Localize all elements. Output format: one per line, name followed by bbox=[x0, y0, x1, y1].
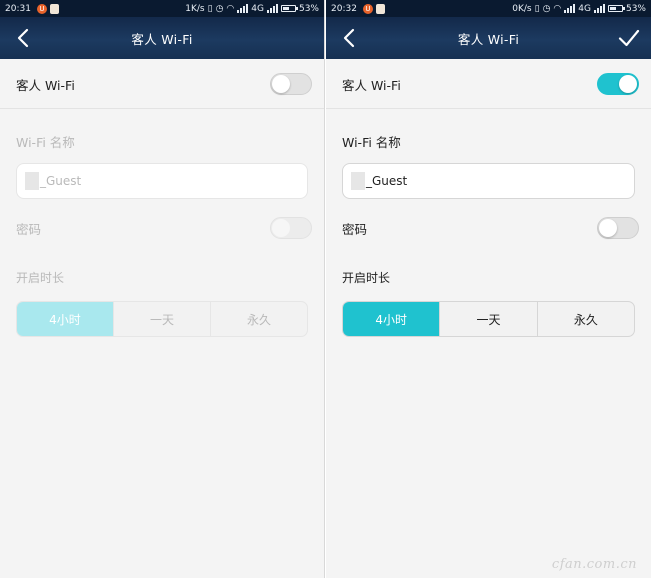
battery-icon bbox=[607, 5, 625, 12]
duration-option-forever[interactable]: 永久 bbox=[210, 302, 307, 336]
duration-selector: 4小时 一天 永久 bbox=[342, 301, 635, 337]
wifi-name-input[interactable]: _Guest bbox=[16, 163, 308, 199]
chevron-left-icon bbox=[17, 28, 29, 48]
chevron-left-icon bbox=[343, 28, 355, 48]
wifi-name-label: Wi-Fi 名称 bbox=[16, 134, 75, 150]
toggle-knob bbox=[272, 219, 290, 237]
vibrate-icon: ▯ bbox=[534, 3, 540, 14]
duration-label-row: 开启时长 bbox=[16, 268, 312, 286]
duration-option-1day[interactable]: 一天 bbox=[439, 302, 536, 336]
duration-option-forever[interactable]: 永久 bbox=[536, 302, 634, 336]
battery-level: 53% bbox=[298, 3, 319, 14]
back-button[interactable] bbox=[338, 26, 362, 50]
status-time: 20:31 bbox=[5, 3, 31, 14]
toggle-knob bbox=[619, 75, 637, 93]
status-bar: 20:31 U 1K/s ▯ ◷ ◠ 4G 53% bbox=[0, 0, 324, 17]
back-button[interactable] bbox=[12, 26, 36, 50]
net-speed: 0K/s bbox=[512, 3, 532, 14]
notification-app-icon bbox=[375, 3, 385, 14]
password-row: 密码 bbox=[16, 217, 312, 239]
battery-level: 53% bbox=[625, 3, 646, 14]
checkmark-icon bbox=[618, 29, 640, 47]
alarm-clock-icon: ◷ bbox=[215, 3, 224, 14]
page-title: 客人 Wi-Fi bbox=[457, 31, 520, 47]
network-type: 4G bbox=[578, 3, 591, 14]
signal-bars-icon bbox=[266, 4, 278, 13]
wifi-name-label-row: Wi-Fi 名称 bbox=[16, 132, 312, 150]
title-bar: 客人 Wi-Fi bbox=[326, 17, 651, 59]
settings-content: 客人 Wi-Fi Wi-Fi 名称 _Guest 密码 开启时长 4小时 一天 … bbox=[326, 59, 651, 578]
password-toggle[interactable] bbox=[597, 217, 639, 239]
guest-wifi-row: 客人 Wi-Fi bbox=[342, 73, 639, 95]
screen-guest-wifi-off: 20:31 U 1K/s ▯ ◷ ◠ 4G 53% 客人 Wi-Fi 客人 Wi… bbox=[0, 0, 325, 578]
wifi-name-value: _Guest bbox=[40, 174, 82, 188]
status-indicators: 1K/s ▯ ◷ ◠ 4G 53% bbox=[185, 4, 319, 14]
wifi-icon: ◠ bbox=[226, 3, 235, 14]
divider bbox=[0, 108, 324, 109]
page-title: 客人 Wi-Fi bbox=[131, 31, 193, 47]
divider bbox=[326, 108, 651, 109]
ssid-redaction bbox=[351, 172, 365, 190]
signal-bars-icon bbox=[593, 4, 605, 13]
network-type: 4G bbox=[251, 3, 264, 14]
ssid-redaction bbox=[25, 172, 39, 190]
toggle-knob bbox=[272, 75, 290, 93]
title-bar: 客人 Wi-Fi bbox=[0, 17, 324, 59]
screen-guest-wifi-on: 20:32 U 0K/s ▯ ◷ ◠ 4G 53% 客人 Wi-Fi 客人 Wi… bbox=[326, 0, 651, 578]
watermark: cfan.com.cn bbox=[551, 557, 637, 572]
toggle-knob bbox=[599, 219, 617, 237]
notification-app-icon bbox=[49, 3, 59, 14]
notification-app-icon: U bbox=[362, 3, 373, 14]
net-speed: 1K/s bbox=[185, 3, 205, 14]
settings-content: 客人 Wi-Fi Wi-Fi 名称 _Guest 密码 开启时长 4小时 一天 … bbox=[0, 59, 324, 578]
confirm-button[interactable] bbox=[617, 26, 641, 50]
signal-bars-icon bbox=[564, 4, 576, 13]
wifi-icon: ◠ bbox=[553, 3, 562, 14]
alarm-clock-icon: ◷ bbox=[542, 3, 551, 14]
guest-wifi-row: 客人 Wi-Fi bbox=[16, 73, 312, 95]
guest-wifi-toggle[interactable] bbox=[597, 73, 639, 95]
status-bar: 20:32 U 0K/s ▯ ◷ ◠ 4G 53% bbox=[326, 0, 651, 17]
vibrate-icon: ▯ bbox=[207, 3, 213, 14]
duration-option-4h[interactable]: 4小时 bbox=[17, 302, 113, 336]
wifi-name-label-row: Wi-Fi 名称 bbox=[342, 132, 639, 150]
password-label: 密码 bbox=[342, 221, 368, 237]
password-row: 密码 bbox=[342, 217, 639, 239]
wifi-name-input[interactable]: _Guest bbox=[342, 163, 635, 199]
wifi-name-label: Wi-Fi 名称 bbox=[342, 134, 401, 150]
wifi-name-value: _Guest bbox=[366, 174, 408, 188]
status-indicators: 0K/s ▯ ◷ ◠ 4G 53% bbox=[512, 4, 646, 14]
duration-selector: 4小时 一天 永久 bbox=[16, 301, 308, 337]
duration-label: 开启时长 bbox=[16, 270, 65, 285]
guest-wifi-label: 客人 Wi-Fi bbox=[342, 77, 401, 93]
guest-wifi-toggle[interactable] bbox=[270, 73, 312, 95]
duration-option-1day[interactable]: 一天 bbox=[113, 302, 210, 336]
status-time: 20:32 bbox=[331, 3, 357, 14]
duration-label: 开启时长 bbox=[342, 270, 391, 285]
duration-label-row: 开启时长 bbox=[342, 268, 639, 286]
guest-wifi-label: 客人 Wi-Fi bbox=[16, 77, 75, 93]
password-toggle[interactable] bbox=[270, 217, 312, 239]
battery-icon bbox=[280, 5, 298, 12]
signal-bars-icon bbox=[237, 4, 249, 13]
notification-app-icon: U bbox=[36, 3, 47, 14]
duration-option-4h[interactable]: 4小时 bbox=[343, 302, 440, 336]
password-label: 密码 bbox=[16, 221, 42, 237]
